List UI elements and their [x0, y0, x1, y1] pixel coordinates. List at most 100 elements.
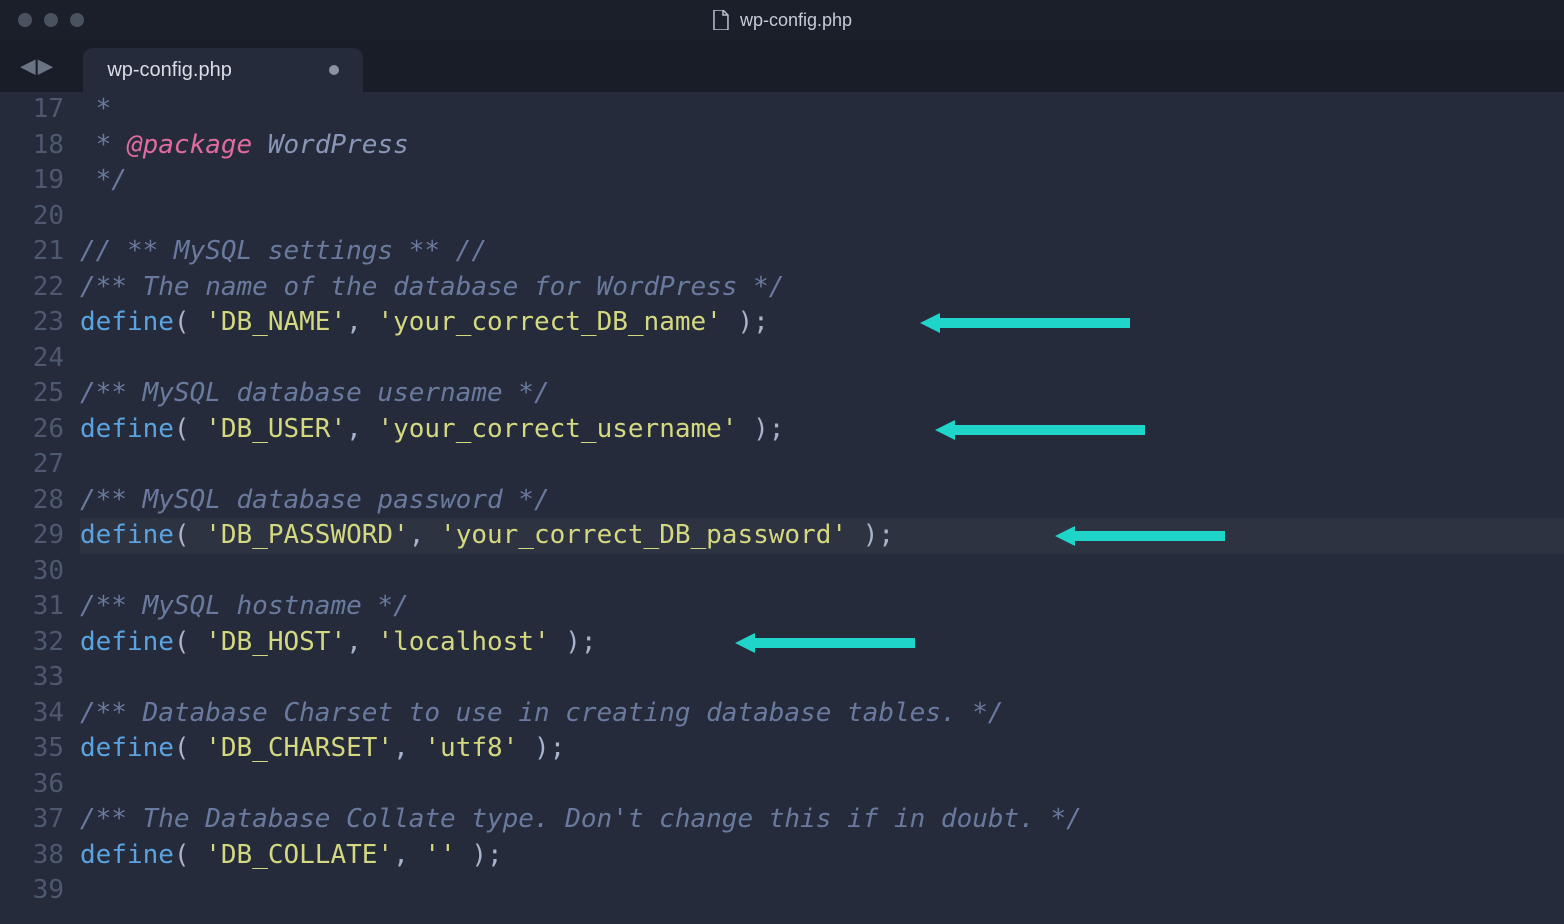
maximize-window-button[interactable]	[70, 13, 84, 27]
file-icon	[712, 10, 730, 30]
line-number: 27	[0, 447, 64, 483]
code-token: /** The Database Collate type. Don't cha…	[80, 804, 1082, 834]
code-token: // ** MySQL settings ** //	[80, 236, 487, 266]
code-line[interactable]: * @package WordPress	[80, 128, 1564, 164]
code-token: *	[80, 130, 127, 160]
code-line[interactable]: /** Database Charset to use in creating …	[80, 696, 1564, 732]
code-line[interactable]: // ** MySQL settings ** //	[80, 234, 1564, 270]
line-number: 30	[0, 554, 64, 590]
line-number: 23	[0, 305, 64, 341]
code-token: 'localhost'	[377, 627, 549, 657]
code-token: */	[80, 165, 127, 195]
line-number: 36	[0, 767, 64, 803]
line-number: 19	[0, 163, 64, 199]
code-token: );	[550, 627, 597, 657]
code-content[interactable]: * * @package WordPress */ // ** MySQL set…	[80, 92, 1564, 924]
line-number: 39	[0, 873, 64, 909]
line-number: 26	[0, 412, 64, 448]
code-line[interactable]	[80, 341, 1564, 377]
code-token: *	[80, 94, 111, 124]
code-line[interactable]: define( 'DB_COLLATE', '' );	[80, 838, 1564, 874]
code-line[interactable]: *	[80, 92, 1564, 128]
code-token: define	[80, 733, 174, 763]
code-token: define	[80, 520, 174, 550]
code-token: 'DB_CHARSET'	[205, 733, 393, 763]
line-number: 17	[0, 92, 64, 128]
code-token: /** MySQL database password */	[80, 485, 550, 515]
code-token: 'DB_COLLATE'	[205, 840, 393, 870]
annotation-arrow-icon	[735, 633, 915, 653]
line-number: 37	[0, 802, 64, 838]
code-token: ,	[346, 414, 377, 444]
code-token: );	[847, 520, 894, 550]
code-token: ,	[393, 733, 424, 763]
code-token: (	[174, 414, 205, 444]
window-titlebar: wp-config.php	[0, 0, 1564, 40]
code-token: /** Database Charset to use in creating …	[80, 698, 1004, 728]
code-line[interactable]: */	[80, 163, 1564, 199]
nav-back-icon[interactable]: ◀	[20, 51, 36, 81]
code-token: define	[80, 840, 174, 870]
code-token: (	[174, 520, 205, 550]
line-number: 31	[0, 589, 64, 625]
code-line[interactable]: define( 'DB_CHARSET', 'utf8' );	[80, 731, 1564, 767]
code-line[interactable]	[80, 767, 1564, 803]
code-line[interactable]	[80, 660, 1564, 696]
code-token: (	[174, 627, 205, 657]
code-line[interactable]: define( 'DB_HOST', 'localhost' );	[80, 625, 1564, 661]
code-token: ''	[424, 840, 455, 870]
code-token: /** The name of the database for WordPre…	[80, 272, 784, 302]
code-token: 'DB_USER'	[205, 414, 346, 444]
code-line[interactable]: /** The Database Collate type. Don't cha…	[80, 802, 1564, 838]
tab-modified-indicator-icon	[329, 65, 339, 75]
titlebar-filename: wp-config.php	[740, 10, 852, 31]
code-token: /** MySQL database username */	[80, 378, 550, 408]
code-line[interactable]: /** The name of the database for WordPre…	[80, 270, 1564, 306]
titlebar-title: wp-config.php	[712, 10, 852, 31]
nav-forward-icon[interactable]: ▶	[38, 51, 54, 81]
code-token: define	[80, 627, 174, 657]
code-editor[interactable]: 1718192021222324252627282930313233343536…	[0, 92, 1564, 924]
line-number: 24	[0, 341, 64, 377]
code-token: ,	[346, 627, 377, 657]
code-line[interactable]	[80, 447, 1564, 483]
tab-bar: ◀ ▶ wp-config.php	[0, 40, 1564, 92]
line-number: 29	[0, 518, 64, 554]
code-line[interactable]: /** MySQL hostname */	[80, 589, 1564, 625]
code-token: ,	[346, 307, 377, 337]
annotation-arrow-icon	[1055, 526, 1225, 546]
annotation-arrow-icon	[935, 420, 1145, 440]
code-token: (	[174, 307, 205, 337]
code-token: (	[174, 840, 205, 870]
code-line[interactable]: define( 'DB_USER', 'your_correct_usernam…	[80, 412, 1564, 448]
code-line[interactable]	[80, 873, 1564, 909]
code-token: );	[722, 307, 769, 337]
code-token: WordPress	[252, 130, 409, 160]
code-line[interactable]: /** MySQL database password */	[80, 483, 1564, 519]
code-token: );	[456, 840, 503, 870]
code-token: ,	[409, 520, 440, 550]
code-token: @package	[127, 130, 252, 160]
code-token: 'your_correct_DB_name'	[377, 307, 721, 337]
line-number: 22	[0, 270, 64, 306]
traffic-lights	[18, 13, 84, 27]
line-number: 32	[0, 625, 64, 661]
code-line[interactable]: /** MySQL database username */	[80, 376, 1564, 412]
tab-wp-config[interactable]: wp-config.php	[83, 48, 363, 92]
code-line[interactable]	[80, 554, 1564, 590]
line-number: 25	[0, 376, 64, 412]
code-token: define	[80, 307, 174, 337]
code-token: (	[174, 733, 205, 763]
close-window-button[interactable]	[18, 13, 32, 27]
code-line[interactable]: define( 'DB_PASSWORD', 'your_correct_DB_…	[80, 518, 1564, 554]
line-number: 33	[0, 660, 64, 696]
line-number: 28	[0, 483, 64, 519]
code-token: );	[518, 733, 565, 763]
code-line[interactable]	[80, 199, 1564, 235]
annotation-arrow-icon	[920, 313, 1130, 333]
code-line[interactable]: define( 'DB_NAME', 'your_correct_DB_name…	[80, 305, 1564, 341]
code-token: ,	[393, 840, 424, 870]
minimize-window-button[interactable]	[44, 13, 58, 27]
code-token: /** MySQL hostname */	[80, 591, 409, 621]
tab-label: wp-config.php	[107, 59, 232, 82]
